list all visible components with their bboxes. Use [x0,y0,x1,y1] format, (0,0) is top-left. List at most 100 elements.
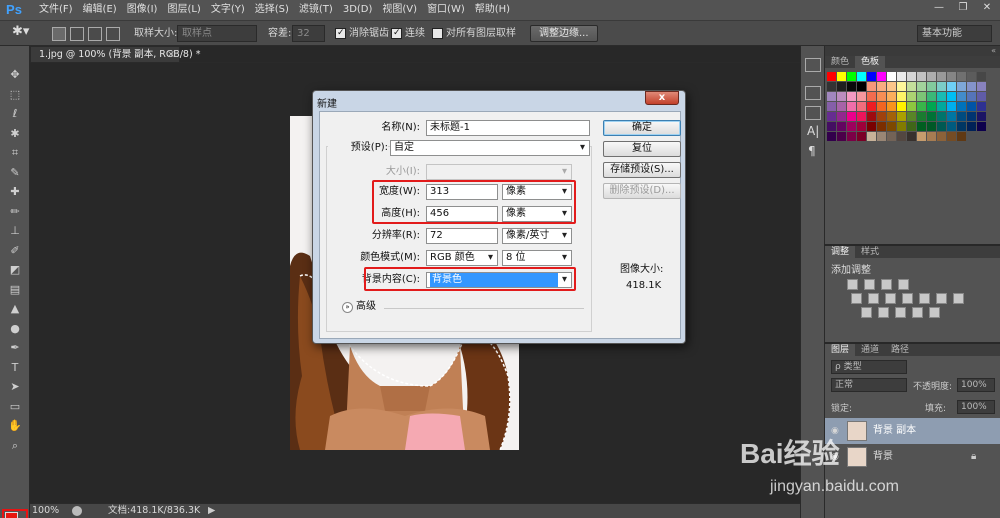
marquee-icon[interactable]: ⬚ [7,88,23,102]
type-icon[interactable]: T [7,361,23,375]
minimize-button[interactable]: — [928,0,950,16]
color-swatch[interactable] [957,72,966,81]
color-swatch[interactable] [927,132,936,141]
history-brush-icon[interactable]: ✐ [7,244,23,258]
color-swatch[interactable] [827,122,836,131]
paragraph-panel-icon[interactable]: ¶ [808,144,816,158]
color-swatch[interactable] [917,72,926,81]
color-swatch[interactable] [957,92,966,101]
color-swatch[interactable] [907,102,916,111]
tab-layers_panel-2[interactable]: 路径 [885,344,915,356]
selective-color-icon[interactable] [912,307,923,318]
color-balance-icon[interactable] [885,293,896,304]
color-swatch[interactable] [847,112,856,121]
gradient-icon[interactable]: ▤ [7,283,23,297]
color-swatch[interactable] [857,102,866,111]
color-swatch[interactable] [877,132,886,141]
color-swatch[interactable] [937,102,946,111]
color-swatch[interactable] [877,122,886,131]
workspace-select[interactable]: 基本功能 [917,25,992,42]
color-swatch[interactable] [887,122,896,131]
channel-mixer-icon[interactable] [936,293,947,304]
color-swatch[interactable] [887,82,896,91]
antialias-checkbox[interactable] [335,28,346,39]
color-swatch[interactable] [947,72,956,81]
color-swatch[interactable] [907,92,916,101]
brightness-icon[interactable] [847,279,858,290]
brush-icon[interactable]: ✏ [7,205,23,219]
invert-icon[interactable] [861,307,872,318]
panel-collapse-icon[interactable]: « [825,46,1000,56]
subtract-selection-icon[interactable] [88,27,102,41]
color-swatch[interactable] [957,122,966,131]
color-swatch[interactable] [937,112,946,121]
color-swatch[interactable] [977,102,986,111]
color-swatch[interactable] [917,112,926,121]
reset-button[interactable]: 复位 [603,141,681,157]
color-swatch[interactable] [837,82,846,91]
color-swatch[interactable] [977,92,986,101]
color-swatch[interactable] [827,132,836,141]
menu-item[interactable]: 图层(L) [162,0,205,20]
delete-preset-button[interactable]: 删除预设(D)... [603,183,681,199]
color-swatch[interactable] [877,82,886,91]
crop-icon[interactable]: ⌗ [7,146,23,160]
color-swatch[interactable] [877,72,886,81]
menu-item[interactable]: 编辑(E) [78,0,122,20]
black-white-icon[interactable] [902,293,913,304]
color-swatch[interactable] [957,102,966,111]
clone-stamp-icon[interactable]: ⊥ [7,224,23,238]
advanced-label[interactable]: 高级 [356,299,376,315]
color-swatch[interactable] [937,82,946,91]
path-selection-icon[interactable]: ➤ [7,380,23,394]
color-swatch[interactable] [857,92,866,101]
color-swatch[interactable] [867,132,876,141]
color-swatch[interactable] [917,92,926,101]
color-swatch[interactable] [837,92,846,101]
rectangle-icon[interactable]: ▭ [7,400,23,414]
color-swatch[interactable] [897,132,906,141]
resolution-input[interactable]: 72 [426,228,498,244]
color-swatch[interactable] [867,102,876,111]
color-swatch[interactable] [907,72,916,81]
levels-icon[interactable] [864,279,875,290]
size-select[interactable] [426,164,572,180]
tolerance-input[interactable]: 32 [292,25,325,42]
color-swatch[interactable] [827,102,836,111]
add-selection-icon[interactable] [70,27,84,41]
contiguous-checkbox[interactable] [391,28,402,39]
magic-wand-icon[interactable]: ✱ [7,127,23,141]
lasso-icon[interactable]: ℓ [7,107,23,121]
window-close-button[interactable]: ✕ [976,0,998,16]
zoom-icon[interactable]: ⌕ [7,439,23,453]
color-swatch[interactable] [907,132,916,141]
color-swatch[interactable] [857,122,866,131]
color-swatch[interactable] [947,122,956,131]
healing-brush-icon[interactable]: ✚ [7,185,23,199]
color-swatch[interactable] [887,102,896,111]
eyedropper-icon[interactable]: ✎ [7,166,23,180]
color-swatch[interactable] [907,82,916,91]
refine-edge-button[interactable]: 调整边缘... [530,25,598,42]
hand-icon[interactable]: ✋ [7,419,23,433]
tab-adjustments_panel-1[interactable]: 样式 [855,246,885,258]
color-swatch[interactable] [847,122,856,131]
color-swatch[interactable] [917,132,926,141]
color-swatch[interactable] [837,102,846,111]
color-swatch[interactable] [907,122,916,131]
info-panel-icon[interactable] [805,106,821,120]
color-swatch[interactable] [927,92,936,101]
color-swatch[interactable] [857,82,866,91]
color-swatch[interactable] [917,122,926,131]
color-swatch[interactable] [927,112,936,121]
color-swatch[interactable] [947,82,956,91]
name-input[interactable]: 未标题-1 [426,120,590,136]
dodge-icon[interactable]: ● [7,322,23,336]
color-swatch[interactable] [967,92,976,101]
color-swatch[interactable] [957,82,966,91]
color-swatch[interactable] [867,92,876,101]
color-swatch[interactable] [827,82,836,91]
color-swatch[interactable] [967,112,976,121]
tab-swatches_panel-0[interactable]: 颜色 [825,56,855,68]
exposure-icon[interactable] [898,279,909,290]
